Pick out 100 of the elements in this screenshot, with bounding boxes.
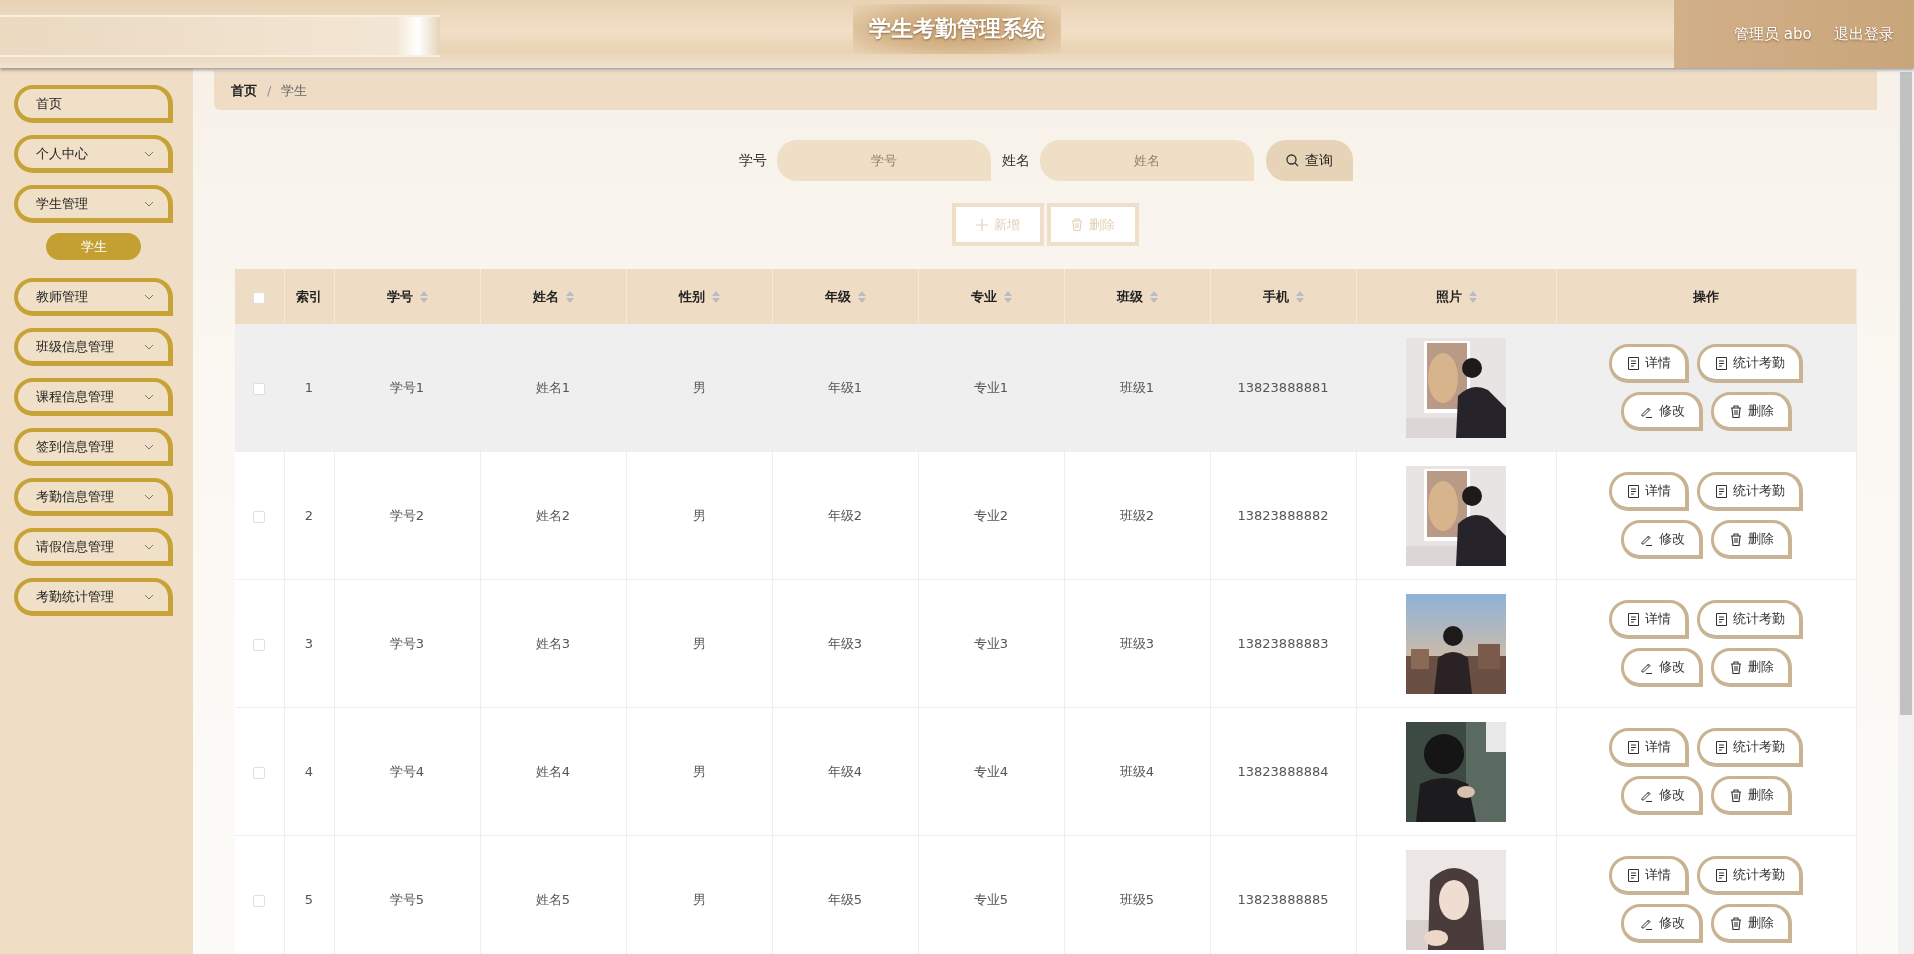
detail-button[interactable]: 详情 [1609,472,1689,511]
column-header[interactable]: 手机 [1262,287,1289,306]
sort-icon[interactable] [1295,290,1304,303]
table-cell: 4 [304,764,314,779]
menu-item[interactable]: 个人中心 [14,135,173,173]
sort-icon[interactable] [711,290,720,303]
row-checkbox[interactable] [253,382,266,395]
delete-button[interactable]: 删除 [1710,904,1792,943]
table-cell: 13823888881 [1237,380,1329,395]
column-header[interactable]: 学号 [386,287,413,306]
scrollbar[interactable] [1898,68,1914,954]
table-cell: 年级3 [827,635,863,651]
sort-icon[interactable] [857,290,866,303]
table-cell: 姓名1 [535,379,571,395]
column-header[interactable]: 姓名 [532,287,559,306]
edit-button[interactable]: 修改 [1620,520,1703,559]
menu-item[interactable]: 课程信息管理 [14,378,173,416]
attendance-stats-button[interactable]: 统计考勤 [1697,472,1803,511]
table-cell: 学号4 [389,763,425,779]
table-cell: 男 [692,507,706,523]
chevron-down-icon [144,200,154,207]
detail-button[interactable]: 详情 [1609,344,1689,383]
table-cell: 13823888884 [1237,764,1329,779]
document-icon [1628,356,1639,370]
detail-button[interactable]: 详情 [1609,728,1689,767]
document-icon [1716,356,1727,370]
row-checkbox[interactable] [253,894,266,907]
row-checkbox[interactable] [253,766,266,779]
sort-icon[interactable] [565,290,574,303]
row-checkbox[interactable] [253,510,266,523]
table-cell: 13823888885 [1237,892,1329,907]
delete-button[interactable]: 删除 [1710,392,1792,431]
column-header[interactable]: 照片 [1435,287,1462,306]
delete-button[interactable]: 删除 [1710,520,1792,559]
trash-icon [1071,218,1083,231]
search-field[interactable]: 姓名 [1039,140,1254,181]
table-cell: 班级4 [1119,763,1155,779]
document-icon [1628,612,1639,626]
chevron-down-icon [144,443,154,450]
column-header[interactable]: 性别 [678,287,705,306]
column-header: 索引 [296,287,322,306]
user-name: 管理员 abo [1734,24,1812,44]
sort-icon[interactable] [1468,290,1477,303]
breadcrumb-link[interactable]: 首页 [231,81,257,100]
table-cell: 2 [304,508,314,523]
edit-button[interactable]: 修改 [1620,648,1703,687]
sort-icon[interactable] [1003,290,1012,303]
document-icon [1628,740,1639,754]
table-cell: 学号5 [389,891,425,907]
chevron-down-icon [144,493,154,500]
select-all-checkbox[interactable] [253,291,266,304]
sort-icon[interactable] [1149,290,1158,303]
table-cell: 男 [692,379,706,395]
search-field[interactable]: 学号 [776,140,991,181]
document-icon [1716,740,1727,754]
detail-button[interactable]: 详情 [1609,856,1689,895]
delete-button[interactable]: 删除 [1710,648,1792,687]
attendance-stats-button[interactable]: 统计考勤 [1697,728,1803,767]
menu-item[interactable]: 考勤信息管理 [14,478,173,516]
column-header[interactable]: 专业 [970,287,997,306]
menu-item[interactable]: 考勤统计管理 [14,578,173,616]
table-cell: 年级4 [827,763,863,779]
document-icon [1628,868,1639,882]
search-button[interactable]: 查询 [1265,140,1353,181]
table-cell: 男 [692,891,706,907]
search-icon [1285,154,1299,167]
detail-button[interactable]: 详情 [1609,600,1689,639]
menu-item[interactable]: 学生管理 [14,185,173,223]
table-cell: 学号1 [389,379,425,395]
table-cell: 班级5 [1119,891,1155,907]
chevron-down-icon [144,150,154,157]
menu-item[interactable]: 签到信息管理 [14,428,173,466]
menu-item[interactable]: 首页 [14,85,173,123]
plus-icon [976,218,988,231]
sort-icon[interactable] [419,290,428,303]
table-cell: 1 [304,380,314,395]
table-cell: 专业3 [973,635,1009,651]
table-cell: 年级2 [827,507,863,523]
table-cell: 年级1 [827,379,863,395]
chevron-down-icon [144,393,154,400]
attendance-stats-button[interactable]: 统计考勤 [1697,344,1803,383]
menu-item[interactable]: 教师管理 [14,278,173,316]
edit-button[interactable]: 修改 [1620,776,1703,815]
menu-item[interactable]: 请假信息管理 [14,528,173,566]
attendance-stats-button[interactable]: 统计考勤 [1697,856,1803,895]
table-cell: 班级2 [1119,507,1155,523]
column-header: 操作 [1693,287,1719,306]
table-cell: 学号2 [389,507,425,523]
column-header[interactable]: 班级 [1116,287,1143,306]
trash-icon [1729,660,1742,674]
column-header[interactable]: 年级 [824,287,851,306]
table-cell: 3 [304,636,314,651]
row-checkbox[interactable] [253,638,266,651]
edit-button[interactable]: 修改 [1620,904,1703,943]
menu-item[interactable]: 班级信息管理 [14,328,173,366]
table-cell: 专业2 [973,507,1009,523]
edit-button[interactable]: 修改 [1620,392,1703,431]
attendance-stats-button[interactable]: 统计考勤 [1697,600,1803,639]
delete-button[interactable]: 删除 [1710,776,1792,815]
table-cell: 班级3 [1119,635,1155,651]
